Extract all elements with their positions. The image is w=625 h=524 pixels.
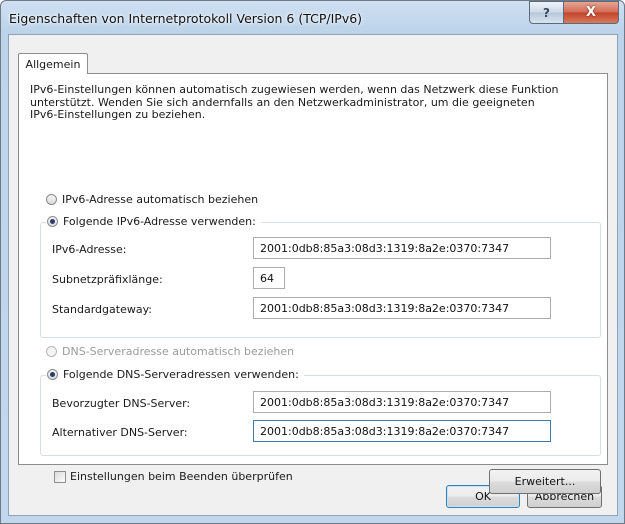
prefix-length-label: Subnetzpräfixlänge: <box>52 273 163 286</box>
radio-dns-auto-indicator[interactable] <box>46 346 57 357</box>
radio-ipv6-manual-indicator[interactable] <box>47 216 58 227</box>
window-title: Eigenschaften von Internetprotokoll Vers… <box>9 11 363 26</box>
alternate-dns-label: Alternativer DNS-Server: <box>52 426 188 439</box>
validate-checkbox-box[interactable] <box>54 470 66 483</box>
title-bar[interactable]: Eigenschaften von Internetprotokoll Vers… <box>1 1 624 35</box>
ipv6-address-field[interactable] <box>253 237 551 259</box>
close-icon: X <box>585 5 597 20</box>
intro-text: IPv6-Einstellungen können automatisch zu… <box>30 83 559 121</box>
ipv6-address-label: IPv6-Adresse: <box>52 243 127 256</box>
tab-allgemein[interactable]: Allgemein <box>18 53 88 74</box>
radio-dns-manual-label: Folgende DNS-Serveradressen verwenden: <box>63 368 299 381</box>
close-button[interactable]: X <box>563 1 619 24</box>
radio-ipv6-manual-label: Folgende IPv6-Adresse verwenden: <box>63 215 256 228</box>
tab-panel-general: IPv6-Einstellungen können automatisch zu… <box>18 73 608 494</box>
validate-on-exit-checkbox[interactable]: Einstellungen beim Beenden überprüfen <box>54 470 293 483</box>
gateway-field[interactable] <box>253 297 551 319</box>
radio-dns-manual-indicator[interactable] <box>47 369 58 380</box>
radio-dns-auto-label: DNS-Serveradresse automatisch beziehen <box>62 345 295 358</box>
gateway-label: Standardgateway: <box>52 303 152 316</box>
radio-ipv6-auto-indicator[interactable] <box>46 194 57 205</box>
radio-selected-dot <box>50 372 55 377</box>
help-icon: ? <box>543 5 550 20</box>
dialog-window: Eigenschaften von Internetprotokoll Vers… <box>0 0 625 524</box>
alternate-dns-field[interactable] <box>253 420 551 442</box>
radio-ipv6-auto[interactable]: IPv6-Adresse automatisch beziehen <box>46 193 258 206</box>
radio-ipv6-auto-label: IPv6-Adresse automatisch beziehen <box>62 193 259 206</box>
prefix-length-field[interactable] <box>253 267 285 289</box>
radio-dns-manual[interactable]: Folgende DNS-Serveradressen verwenden: <box>46 368 304 381</box>
help-button[interactable]: ? <box>529 1 564 24</box>
advanced-button[interactable]: Erweitert... <box>489 469 601 494</box>
dns-server-group <box>40 375 601 456</box>
dialog-client-area: Allgemein IPv6-Einstellungen können auto… <box>8 34 618 516</box>
validate-checkbox-label: Einstellungen beim Beenden überprüfen <box>70 470 293 483</box>
tab-allgemein-label: Allgemein <box>25 57 81 71</box>
preferred-dns-label: Bevorzugter DNS-Server: <box>52 397 191 410</box>
radio-selected-dot <box>50 219 55 224</box>
radio-ipv6-manual[interactable]: Folgende IPv6-Adresse verwenden: <box>46 215 261 228</box>
preferred-dns-field[interactable] <box>253 391 551 413</box>
radio-dns-auto[interactable]: DNS-Serveradresse automatisch beziehen <box>46 345 294 358</box>
